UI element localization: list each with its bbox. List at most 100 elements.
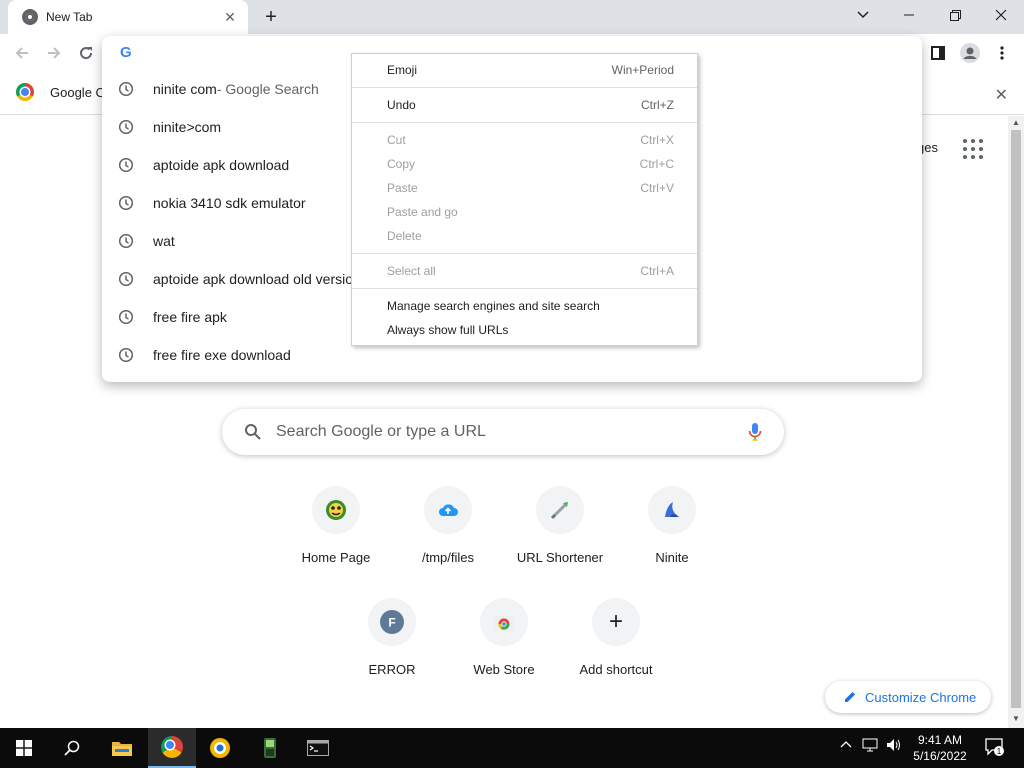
omnibox-suggestion[interactable]: free fire exe download	[102, 336, 351, 374]
svg-text:F: F	[388, 616, 395, 630]
menu-item-undo[interactable]: Undo Ctrl+Z	[352, 93, 697, 117]
profile-avatar-icon	[960, 43, 980, 63]
page-scrollbar[interactable]: ▲ ▼	[1008, 116, 1024, 728]
history-clock-icon	[118, 119, 134, 135]
reload-button[interactable]	[72, 39, 100, 67]
reload-icon	[80, 47, 93, 60]
suggestion-text: aptoide apk download old version	[153, 271, 351, 287]
history-clock-icon	[118, 271, 134, 287]
shortcut-web-store[interactable]: Web Store	[448, 598, 560, 677]
context-menu: Emoji Win+Period Undo Ctrl+Z Cut Ctrl+X …	[351, 53, 698, 346]
back-button[interactable]	[8, 39, 36, 67]
arrow-forward-icon	[48, 47, 61, 59]
infobar-close-icon[interactable]: ✕	[995, 85, 1008, 105]
shortcut-label: URL Shortener	[516, 550, 604, 565]
close-window-button[interactable]	[978, 0, 1024, 30]
start-button[interactable]	[0, 728, 48, 768]
omnibox-suggestion[interactable]: aptoide apk download	[102, 146, 351, 184]
notification-center-button[interactable]: 1	[984, 736, 1004, 759]
microphone-icon[interactable]	[748, 422, 762, 442]
menu-item-paste: Paste Ctrl+V	[352, 176, 697, 200]
network-icon[interactable]	[862, 738, 878, 755]
tab-close-icon[interactable]: ✕	[222, 9, 238, 26]
tray-chevron-up-icon[interactable]	[840, 738, 852, 753]
menu-item-paste-and-go: Paste and go	[352, 200, 697, 224]
menu-item-label: Delete	[387, 229, 422, 243]
shortcut-ninite[interactable]: Ninite	[616, 486, 728, 565]
history-clock-icon	[118, 81, 134, 97]
ntp-search-box[interactable]: Search Google or type a URL	[222, 409, 784, 455]
menu-item-always-show-full-urls[interactable]: Always show full URLs	[352, 318, 697, 342]
omnibox-suggestion[interactable]: ninite>com	[102, 108, 351, 146]
customize-chrome-button[interactable]: Customize Chrome	[825, 681, 991, 713]
search-input[interactable]: Search Google or type a URL	[276, 423, 748, 441]
menu-item-shortcut: Ctrl+V	[640, 181, 674, 195]
side-panel-button[interactable]	[924, 39, 952, 67]
menu-item-label: Paste and go	[387, 205, 458, 219]
shortcut-label: ERROR	[368, 662, 416, 677]
omnibox-suggestion[interactable]: wat	[102, 222, 351, 260]
tab-title: New Tab	[46, 10, 93, 24]
tab-favicon-icon	[22, 9, 38, 25]
web-store-icon	[494, 616, 514, 631]
apps-grid-icon[interactable]	[963, 139, 983, 159]
restore-button[interactable]	[932, 0, 978, 30]
history-clock-icon	[118, 157, 134, 173]
history-clock-icon	[118, 195, 134, 211]
more-vertical-icon	[1000, 46, 1004, 60]
taskbar-terminal[interactable]	[294, 728, 342, 768]
menu-item-label: Cut	[387, 133, 406, 147]
taskbar-chrome[interactable]	[148, 728, 196, 768]
new-tab-button[interactable]: +	[258, 4, 284, 30]
google-g-icon: G	[120, 44, 132, 61]
taskbar-search-button[interactable]	[48, 728, 96, 768]
profile-button[interactable]	[956, 39, 984, 67]
shortcut-home-page[interactable]: Home Page	[280, 486, 392, 565]
history-clock-icon	[118, 309, 134, 325]
shortcut-url-shortener[interactable]: URL Shortener	[504, 486, 616, 565]
mobile-phone-icon	[264, 738, 276, 758]
scroll-down-icon[interactable]: ▼	[1012, 714, 1020, 724]
shortcut-tmp-files[interactable]: /tmp/files	[392, 486, 504, 565]
menu-item-emoji[interactable]: Emoji Win+Period	[352, 58, 697, 82]
forward-button[interactable]	[40, 39, 68, 67]
taskbar-file-explorer[interactable]	[98, 728, 146, 768]
minimize-button[interactable]	[886, 0, 932, 30]
taskbar-phone-emulator[interactable]	[246, 728, 294, 768]
omnibox-suggestion[interactable]: free fire apk	[102, 298, 351, 336]
plus-icon: +	[608, 608, 623, 635]
tab-search-button[interactable]	[840, 0, 886, 30]
volume-icon[interactable]	[886, 738, 902, 755]
menu-item-manage-search-engines[interactable]: Manage search engines and site search	[352, 294, 697, 318]
omnibox-suggestion[interactable]: nokia 3410 sdk emulator	[102, 184, 351, 222]
suggestion-text: wat	[153, 233, 175, 249]
shortcut-label: Web Store	[473, 662, 535, 677]
taskbar-clock[interactable]: 9:41 AM 5/16/2022	[908, 732, 972, 764]
suggestion-subtext: - Google Search	[216, 81, 319, 97]
bookmark-item[interactable]: Google C	[16, 83, 105, 101]
omnibox-suggestion[interactable]: aptoide apk download old version	[102, 260, 351, 298]
restore-icon	[949, 9, 961, 21]
shortcut-add[interactable]: + Add shortcut	[560, 598, 672, 677]
tab-new-tab[interactable]: New Tab ✕	[8, 0, 248, 34]
suggestion-text: aptoide apk download	[153, 157, 290, 173]
browser-shield-icon	[210, 738, 230, 758]
taskbar: 9:41 AM 5/16/2022 1	[0, 728, 1024, 768]
scroll-up-icon[interactable]: ▲	[1012, 118, 1020, 128]
url-shortener-icon	[550, 502, 568, 520]
ninite-icon	[665, 502, 679, 517]
menu-item-label: Always show full URLs	[387, 323, 509, 337]
menu-item-label: Copy	[387, 157, 416, 171]
shortcut-label: Add shortcut	[579, 662, 653, 677]
chrome-logo-icon	[161, 736, 183, 758]
menu-item-shortcut: Ctrl+A	[640, 264, 674, 278]
menu-item-cut: Cut Ctrl+X	[352, 128, 697, 152]
omnibox-suggestion[interactable]: ninite com - Google Search	[102, 70, 351, 108]
taskbar-brave[interactable]	[196, 728, 244, 768]
shortcut-error[interactable]: F ERROR	[336, 598, 448, 677]
menu-button[interactable]	[988, 39, 1016, 67]
menu-item-shortcut: Ctrl+Z	[641, 98, 674, 112]
scroll-thumb[interactable]	[1011, 130, 1021, 708]
folder-icon	[112, 742, 132, 756]
customize-label: Customize Chrome	[865, 689, 977, 705]
